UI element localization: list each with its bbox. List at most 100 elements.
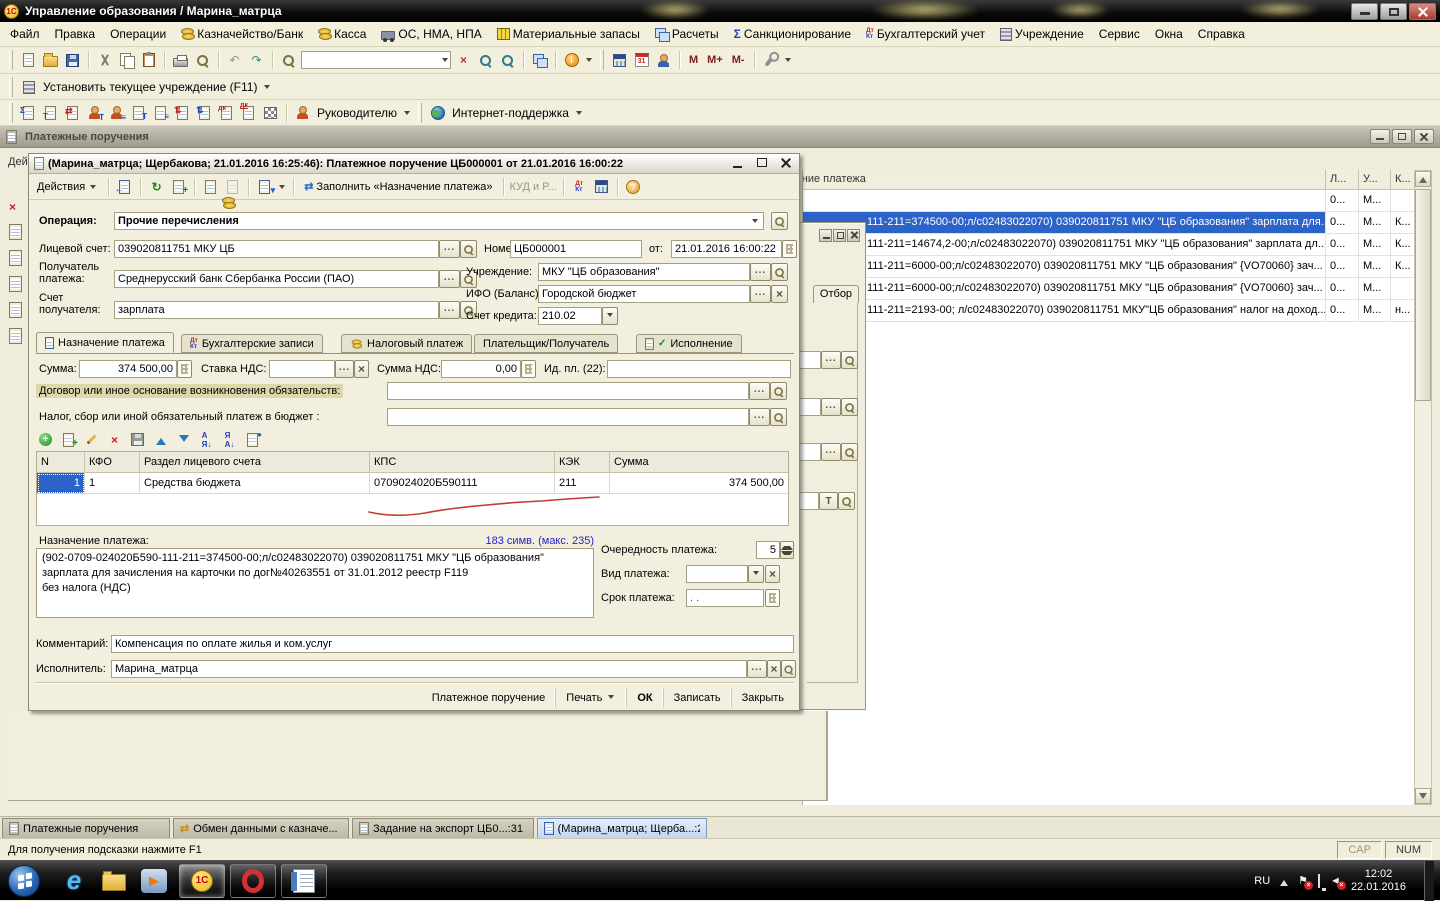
vat-sum-calc-button[interactable] [521, 360, 536, 378]
mdi-tab-payment-orders[interactable]: Платежные поручения [2, 818, 170, 838]
scroll-up-icon[interactable] [1415, 171, 1431, 187]
memory-minus-button[interactable]: M- [729, 54, 748, 66]
media-player-taskbar-icon[interactable]: ▶ [134, 863, 174, 899]
copy-document-button[interactable]: + [169, 177, 188, 196]
row-down-button[interactable] [174, 430, 193, 449]
memory-plus-button[interactable]: M+ [704, 54, 726, 66]
tab-payer-payee[interactable]: Плательщик/Получатель [474, 334, 618, 353]
tray-clock[interactable]: 12:0222.01.2016 [1351, 868, 1406, 894]
report-card-icon[interactable]: ⇄ [63, 103, 82, 122]
menu-cash[interactable]: Касса [318, 27, 366, 41]
executor-search-button[interactable] [781, 660, 796, 678]
report-dk-icon[interactable]: дк [239, 103, 258, 122]
show-desktop-button[interactable] [1424, 861, 1434, 901]
manager-dropdown-icon[interactable] [404, 111, 410, 118]
output-dropdown-icon[interactable] [279, 185, 285, 192]
text-select-button[interactable]: Т [819, 492, 838, 510]
find-prev-button[interactable] [498, 51, 517, 70]
contract-input[interactable] [387, 382, 749, 400]
scroll-down-icon[interactable] [1415, 788, 1431, 804]
ok-button[interactable]: ОК [626, 689, 662, 707]
set-institution-button[interactable]: Установить текущее учреждение (F11) [43, 80, 257, 94]
purpose-textarea[interactable]: (902-0709-024020Б590-111-211=374500-00;л… [36, 548, 594, 618]
dialog-close-button[interactable] [778, 157, 794, 170]
ellipsis-button[interactable] [821, 351, 841, 369]
notepad-taskbar-button[interactable] [281, 864, 327, 898]
action-center-icon[interactable]: ⚑× [1298, 874, 1308, 887]
institution-ellipsis-button[interactable] [750, 263, 771, 281]
cell-n[interactable]: 1 [37, 473, 85, 494]
mdi-tab-payment-order-doc[interactable]: (Марина_матрца; Щерба...:22 [537, 818, 707, 838]
dialog-minimize-button[interactable] [730, 157, 746, 170]
list-row[interactable]: 0... М... [803, 190, 1415, 212]
list-row[interactable]: 111-211=6000-00;л/с02483022070) 03902081… [803, 278, 1415, 300]
sort-asc-button[interactable]: АЯ↓ [197, 430, 216, 449]
report-turnover-arrows-icon[interactable]: ⇅ [173, 103, 192, 122]
info-dropdown-icon[interactable] [586, 58, 592, 65]
toolbar-grip[interactable] [9, 77, 13, 97]
payment-term-calendar-button[interactable] [765, 589, 780, 607]
mdi-close-button[interactable] [1414, 129, 1434, 144]
bg-delete-icon[interactable]: × [9, 200, 16, 214]
executor-input[interactable]: Марина_матрца [111, 660, 747, 678]
tab-execution[interactable]: ✓Исполнение [636, 334, 742, 353]
menu-service[interactable]: Сервис [1099, 27, 1140, 41]
list-settings-button[interactable]: ● [243, 430, 262, 449]
set-institution-dropdown-icon[interactable] [264, 85, 270, 92]
fill-from-basis-button[interactable] [201, 177, 220, 196]
explorer-taskbar-icon[interactable] [94, 863, 134, 899]
dialog-titlebar[interactable]: (Марина_матрца; Щербакова; 21.01.2016 16… [29, 154, 799, 174]
bg-row-doc-icon[interactable] [9, 250, 22, 266]
payee-ellipsis-button[interactable] [439, 270, 460, 288]
list-scrollbar[interactable] [1414, 170, 1432, 805]
row-add-button[interactable] [36, 430, 55, 449]
payee-input[interactable]: Среднерусский банк Сбербанка России (ПАО… [114, 270, 439, 288]
vat-rate-ellipsis-button[interactable] [335, 360, 354, 378]
search-button[interactable] [841, 351, 858, 369]
report-chess-icon[interactable] [261, 103, 280, 122]
report-turnover-icon[interactable]: Т [41, 103, 60, 122]
menu-edit[interactable]: Правка [55, 27, 96, 41]
report-account-t-icon[interactable]: Т [85, 103, 104, 122]
find-icon[interactable] [279, 51, 298, 70]
network-icon[interactable] [1318, 875, 1320, 887]
settings-button[interactable] [761, 51, 780, 70]
ellipsis-button[interactable] [821, 398, 841, 416]
tax-search-button[interactable] [770, 408, 787, 426]
sum-calc-button[interactable] [177, 360, 192, 378]
menu-settlements[interactable]: Расчеты [655, 27, 719, 41]
minimize-button[interactable] [1351, 3, 1378, 20]
mdi-tab-treasury-exchange[interactable]: ⇄Обмен данными с казначе... [173, 818, 349, 838]
post-document-button[interactable]: ← [115, 177, 134, 196]
info-button[interactable] [562, 51, 581, 70]
exchange-restore-button[interactable] [833, 229, 846, 242]
report-doc-list-icon[interactable]: ≡ [151, 103, 170, 122]
personal-account-ellipsis-button[interactable] [439, 240, 460, 258]
opera-taskbar-button[interactable] [230, 864, 276, 898]
ie-taskbar-icon[interactable]: e [54, 863, 94, 899]
col-header-u[interactable]: У... [1359, 170, 1391, 190]
mdi-tab-export-task[interactable]: Задание на экспорт ЦБ0...:31 [352, 818, 534, 838]
report-summary-icon[interactable]: Σ [19, 103, 38, 122]
ifo-ellipsis-button[interactable] [750, 285, 771, 303]
ifo-input[interactable]: Городской бюджет [538, 285, 750, 303]
vat-sum-input[interactable]: 0,00 [441, 360, 521, 378]
row-delete-button[interactable]: × [105, 430, 124, 449]
bg-row-doc-icon[interactable] [9, 224, 22, 240]
close-button[interactable] [1409, 3, 1436, 20]
report-doc-t-icon[interactable]: Т [129, 103, 148, 122]
payment-kind-clear-button[interactable] [765, 565, 780, 583]
internet-support-dropdown-icon[interactable] [576, 111, 582, 118]
col-header-l[interactable]: Л... [1326, 170, 1359, 190]
col-header-k[interactable]: К... [1391, 170, 1415, 190]
sort-desc-button[interactable]: ЯА↓ [220, 430, 239, 449]
cell-section[interactable]: Средства бюджета [140, 473, 370, 494]
clear-search-button[interactable]: × [454, 51, 473, 70]
institution-input[interactable]: МКУ "ЦБ образования" [538, 263, 750, 281]
search-button[interactable] [838, 492, 855, 510]
operation-dropdown-icon[interactable] [752, 219, 758, 226]
row-edit-button[interactable] [82, 430, 101, 449]
bg-row-doc-icon[interactable] [9, 302, 22, 318]
tab-tax-payment[interactable]: Налоговый платеж [341, 334, 472, 353]
windows-list-button[interactable] [530, 51, 549, 70]
